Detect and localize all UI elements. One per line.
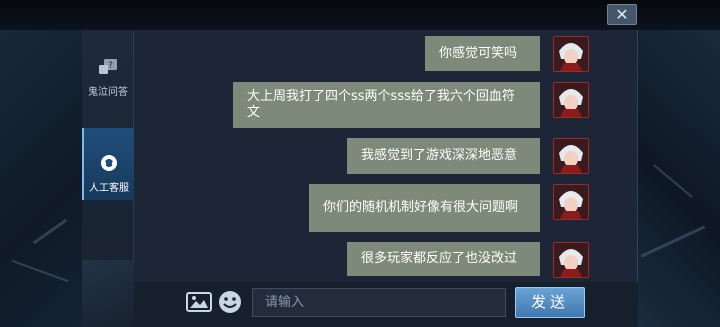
image-button[interactable] (186, 292, 212, 312)
chat-message: 你们的随机机制好像有很大问题啊 (309, 184, 540, 232)
message-input[interactable] (252, 288, 506, 317)
message-text: 你们的随机机制好像有很大问题啊 (323, 200, 519, 215)
message-text: 很多玩家都反应了也没改过 (361, 251, 518, 266)
send-button[interactable]: 发送 (515, 287, 585, 318)
avatar (553, 138, 589, 174)
background-right (583, 30, 720, 327)
chat-message: 很多玩家都反应了也没改过 (347, 242, 540, 276)
chat-message: 你感觉可笑吗 (425, 36, 540, 71)
chat-message: 大上周我打了四个ss两个sss给了我六个回血符文 (233, 82, 540, 128)
sidebar-decoration (82, 260, 134, 327)
chat-message: 我感觉到了游戏深深地恶意 (347, 138, 540, 174)
avatar (553, 242, 589, 278)
headset-icon (101, 155, 117, 171)
sidebar-item-faq[interactable]: ? 鬼泣问答 (82, 58, 134, 98)
message-text: 你感觉可笑吗 (439, 45, 518, 61)
avatar (553, 36, 589, 72)
sidebar-item-support[interactable]: 人工客服 (82, 128, 134, 200)
background-left (0, 30, 82, 327)
emoji-icon (219, 291, 241, 313)
sidebar-item-label: 人工客服 (89, 183, 129, 194)
message-text: 大上周我打了四个ss两个sss给了我六个回血符文 (247, 89, 515, 120)
faq-icon: ? (99, 59, 117, 74)
image-icon (186, 292, 212, 312)
sidebar: ? 鬼泣问答 人工客服 (82, 30, 134, 327)
message-text: 我感觉到了游戏深深地恶意 (361, 148, 518, 163)
emoji-button[interactable] (218, 290, 242, 314)
avatar (553, 184, 589, 220)
close-button[interactable]: ✕ (607, 4, 637, 25)
avatar (553, 82, 589, 118)
svg-text:?: ? (108, 61, 113, 71)
sidebar-item-label: 鬼泣问答 (88, 87, 128, 98)
